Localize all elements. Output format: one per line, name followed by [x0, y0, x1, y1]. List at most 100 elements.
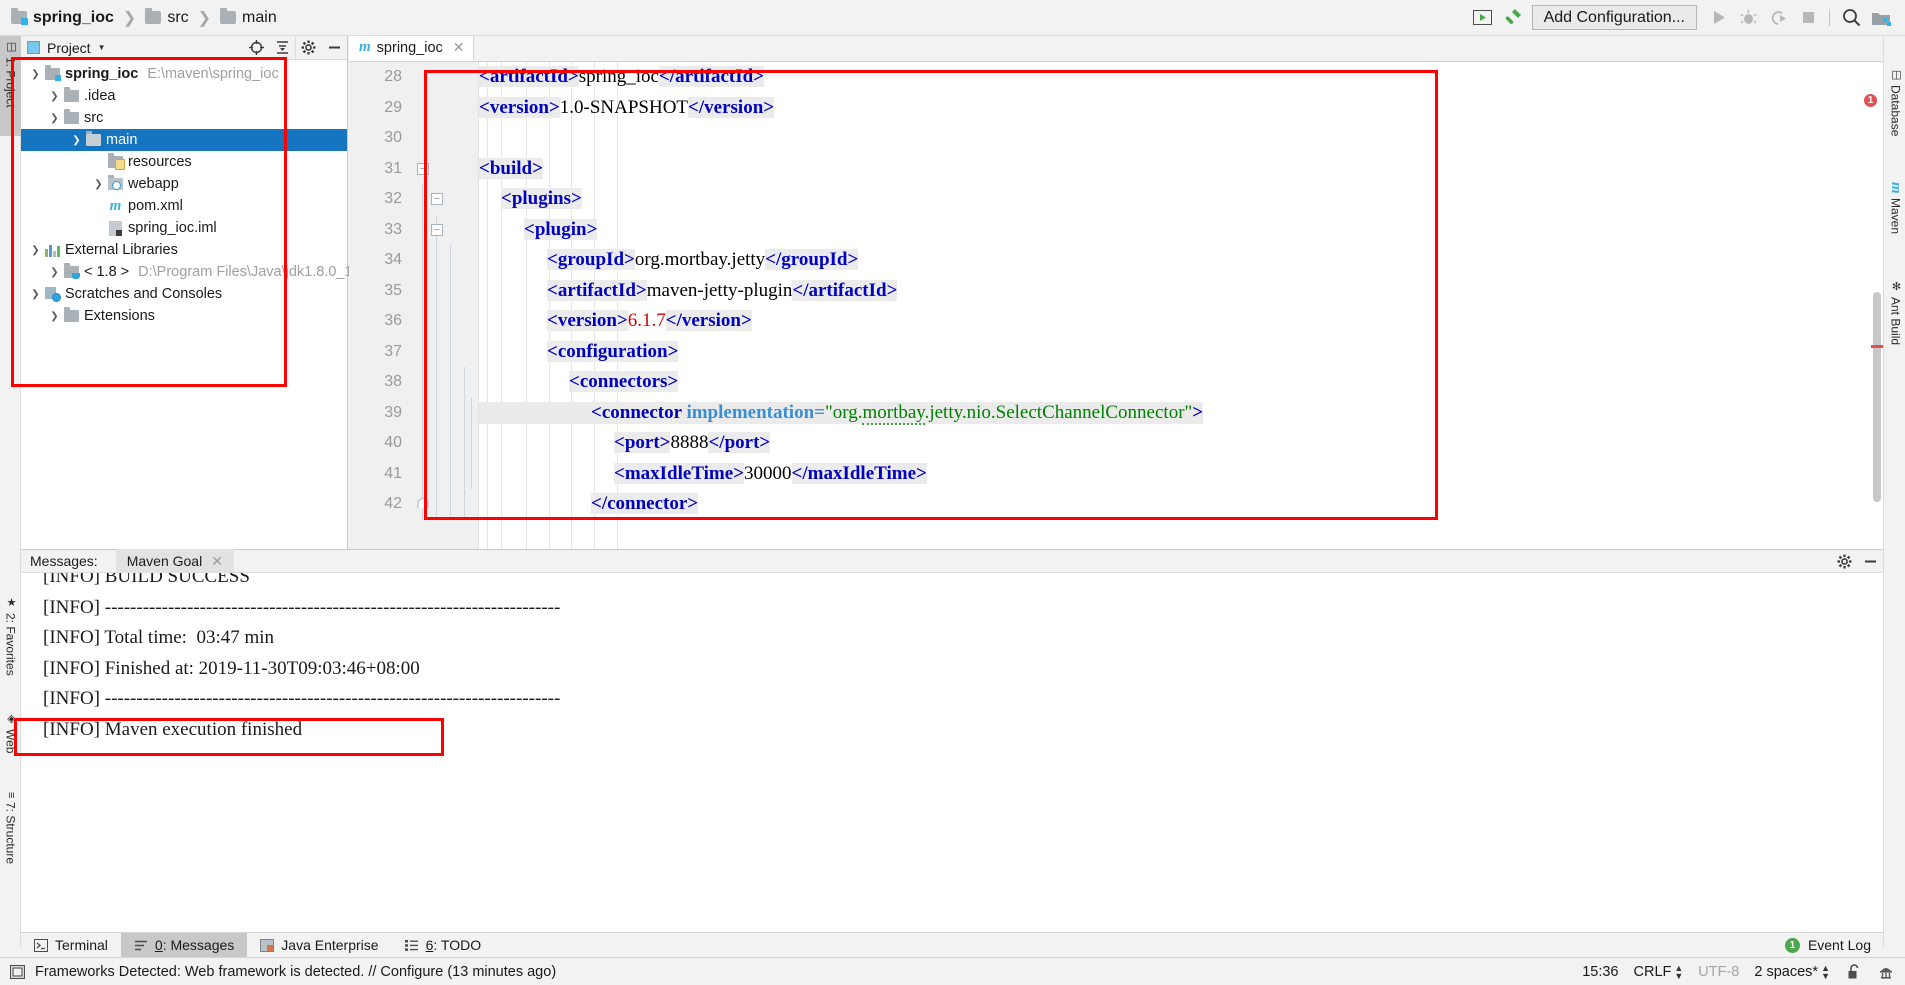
tree-row-path: D:\Program Files\Java\jdk1.8.0_101 — [138, 264, 369, 280]
bottom-tab-java-enterprise[interactable]: Java Enterprise — [247, 933, 391, 957]
close-icon[interactable]: ✕ — [453, 39, 465, 56]
line-number: 32 — [384, 190, 402, 208]
tree-row-label: Extensions — [84, 308, 155, 324]
idea-window: spring_ioc ❯ src ❯ main Add Configuratio… — [0, 0, 1905, 985]
minimize-icon[interactable] — [1857, 549, 1883, 573]
line-number: 36 — [384, 312, 402, 330]
chevron-right-icon[interactable]: ❯ — [46, 311, 63, 322]
chevron-down-icon[interactable]: ❯ — [27, 289, 44, 300]
chevron-down-icon[interactable]: ❯ — [46, 113, 63, 124]
sidebar-item-maven[interactable]: m Maven — [1885, 178, 1905, 268]
left-tool-strip: ◫ 1: Project ★ 2: Favorites ◈ Web ≡ 7: S… — [0, 36, 21, 948]
tree-row-external-libraries[interactable]: ❯ External Libraries — [21, 239, 347, 261]
hammer-build-icon[interactable] — [1498, 4, 1528, 32]
line-number: 35 — [384, 281, 402, 299]
todo-icon — [404, 939, 418, 951]
tree-row-idea[interactable]: ❯ .idea — [21, 85, 347, 107]
fold-toggle-icon[interactable]: – — [431, 223, 443, 236]
tree-row-pom-xml[interactable]: ❯ m pom.xml — [21, 195, 347, 217]
add-configuration-button[interactable]: Add Configuration... — [1531, 5, 1697, 30]
fold-column — [409, 123, 479, 154]
gear-icon[interactable] — [1831, 549, 1857, 573]
run-icon[interactable] — [1703, 4, 1733, 32]
chevron-down-icon[interactable]: ❯ — [68, 135, 85, 146]
bottom-tab-messages[interactable]: 0: Messages — [120, 933, 248, 957]
tree-row-webapp[interactable]: ❯ webapp — [21, 173, 347, 195]
folder-module-icon — [11, 8, 28, 25]
sidebar-item-project[interactable]: ◫ 1: Project — [0, 36, 21, 136]
editor-error-count-badge[interactable]: 1 — [1864, 94, 1877, 107]
bottom-tab-todo[interactable]: 6: TODO — [392, 933, 495, 957]
code-text: <configuration> — [547, 340, 679, 362]
chevron-right-icon[interactable]: ❯ — [46, 91, 63, 102]
sidebar-item-structure[interactable]: ≡ 7: Structure — [0, 788, 21, 900]
line-number: 29 — [384, 98, 402, 116]
tree-row-iml[interactable]: ❯ spring_ioc.iml — [21, 217, 347, 239]
tree-row-label: main — [106, 132, 138, 148]
error-token: 6.1.7 — [627, 310, 666, 332]
sidebar-item-favorites[interactable]: ★ 2: Favorites — [0, 592, 21, 702]
debug-icon[interactable] — [1733, 4, 1763, 32]
unlocked-icon[interactable] — [1845, 963, 1862, 980]
notification-icon[interactable] — [9, 963, 26, 980]
tree-row-jdk[interactable]: ❯ < 1.8 > D:\Program Files\Java\jdk1.8.0… — [21, 261, 369, 283]
sidebar-item-web[interactable]: ◈ Web — [0, 708, 21, 780]
code-line: 29 <version>1.0-SNAPSHOT</version> — [349, 93, 1883, 124]
status-message[interactable]: Frameworks Detected: Web framework is de… — [35, 964, 556, 980]
chevron-right-icon[interactable]: ❯ — [90, 179, 107, 190]
run-coverage-icon[interactable] — [1763, 4, 1793, 32]
project-layout-icon[interactable] — [1866, 4, 1896, 32]
status-indent[interactable]: 2 spaces* ▲ ▼ — [1754, 963, 1830, 980]
fold-column — [409, 397, 479, 428]
hector-inspections-icon[interactable] — [1877, 963, 1894, 980]
tree-row-spring-ioc[interactable]: ❯ spring_ioc E:\maven\spring_ioc — [21, 63, 347, 85]
gear-icon[interactable] — [295, 35, 321, 60]
star-icon: ★ — [5, 596, 17, 609]
tree-row-src[interactable]: ❯ src — [21, 107, 347, 129]
tree-row-label: webapp — [128, 176, 179, 192]
status-encoding[interactable]: UTF-8 — [1698, 964, 1739, 980]
fold-toggle-icon[interactable]: – — [431, 193, 443, 205]
sidebar-item-label: Maven — [1888, 197, 1903, 234]
editor-tab-spring-ioc[interactable]: m spring_ioc ✕ — [349, 36, 474, 61]
tree-row-resources[interactable]: ❯ resources — [21, 151, 347, 173]
status-line-separator[interactable]: CRLF ▲ ▼ — [1634, 963, 1684, 980]
folder-webapp-icon — [107, 175, 124, 190]
maven-console-output[interactable]: [INFO] BUILD SUCCESS [INFO] ------------… — [21, 573, 1883, 948]
messages-tab-maven-goal[interactable]: Maven Goal ✕ — [115, 549, 234, 573]
chevron-down-icon[interactable]: ▼ — [98, 43, 106, 52]
folder-module-icon — [44, 65, 61, 81]
editor-vertical-scrollbar[interactable] — [1873, 292, 1881, 502]
tree-row-scratches[interactable]: ❯ Scratches and Consoles — [21, 283, 347, 305]
error-stripe-mark[interactable] — [1871, 345, 1883, 348]
search-everywhere-icon[interactable] — [1836, 4, 1866, 32]
code-text: </connector> — [591, 493, 699, 515]
stop-icon[interactable] — [1793, 4, 1823, 32]
chevron-down-icon[interactable]: ❯ — [27, 69, 44, 80]
chevron-down-icon[interactable]: ❯ — [27, 245, 44, 256]
folder-icon — [85, 131, 102, 146]
sidebar-item-database[interactable]: ◫ Database — [1885, 64, 1905, 170]
run-preview-icon[interactable] — [1468, 4, 1498, 32]
fold-end-icon[interactable] — [417, 493, 429, 508]
minimize-icon[interactable] — [321, 36, 347, 60]
bottom-tab-terminal[interactable]: Terminal — [21, 933, 121, 957]
tree-row-label: resources — [128, 154, 192, 170]
breadcrumb-item-main[interactable]: main — [220, 8, 277, 27]
code-line: 41 <maxIdleTime>30000</maxIdleTime> — [349, 458, 1883, 489]
tree-row-label: src — [84, 110, 104, 126]
fold-toggle-icon[interactable]: – — [417, 162, 429, 175]
collapse-all-icon[interactable] — [269, 36, 295, 60]
chevron-right-icon[interactable]: ❯ — [46, 267, 63, 278]
messages-panel-header: Messages: Maven Goal ✕ — [21, 549, 1883, 573]
code-canvas[interactable]: 28 <artifactId>spring_ioc</artifactId> 2… — [349, 62, 1883, 549]
tree-row-main[interactable]: ❯ main — [21, 129, 347, 151]
breadcrumb-item-src[interactable]: src — [145, 8, 189, 27]
close-icon[interactable]: ✕ — [211, 553, 223, 570]
project-panel-header: Project ▼ — [21, 35, 347, 60]
tree-row-extensions[interactable]: ❯ Extensions — [21, 305, 347, 327]
scroll-from-source-icon[interactable] — [243, 36, 269, 60]
bottom-tab-event-log[interactable]: Event Log — [1808, 937, 1871, 953]
sidebar-item-ant-build[interactable]: ✻ Ant Build — [1885, 276, 1905, 372]
breadcrumb-item-project[interactable]: spring_ioc — [11, 8, 114, 27]
